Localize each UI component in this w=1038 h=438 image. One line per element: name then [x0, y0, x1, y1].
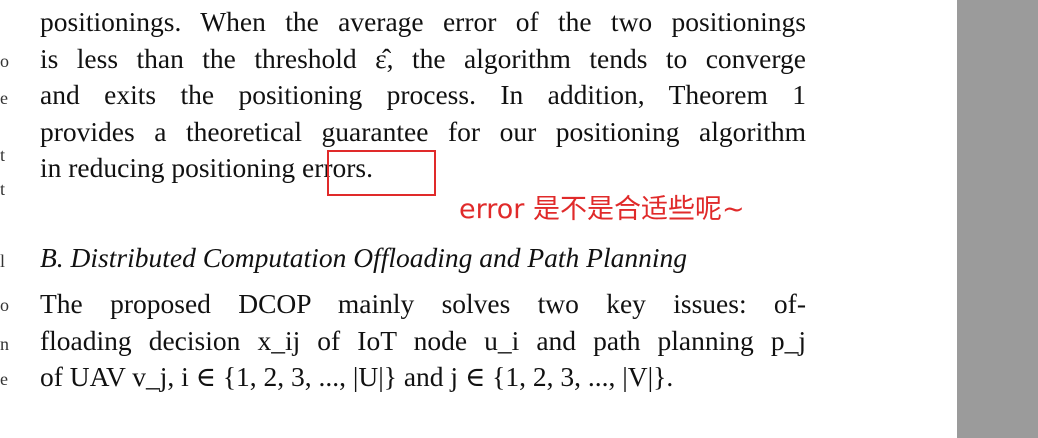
paragraph-line: The proposed DCOP mainly solves two key …: [40, 288, 806, 319]
edge-glyph: t: [0, 145, 6, 165]
paragraph-dcop: The proposed DCOP mainly solves two key …: [40, 286, 806, 396]
document-page: o e t t l o n e positionings. When the a…: [0, 0, 957, 438]
paragraph-line: provides a theoretical guarantee for our…: [40, 115, 806, 147]
paragraph-line: floading decision x_ij of IoT node u_i a…: [40, 324, 806, 356]
edge-glyph: o: [0, 51, 9, 71]
annotation-comment[interactable]: error 是不是合适些呢~: [459, 190, 745, 230]
paragraph-line: is less than the threshold ε̂, the algor…: [40, 42, 806, 74]
edge-glyph: e: [0, 88, 8, 108]
edge-glyph: o: [0, 295, 9, 315]
paragraph-line: and exits the positioning process. In ad…: [40, 79, 806, 110]
left-column-edge-fragments: o e t t l o n e: [0, 0, 10, 438]
edge-glyph: n: [0, 334, 9, 354]
edge-glyph: e: [0, 369, 8, 389]
annotation-highlight-box[interactable]: [327, 150, 436, 196]
edge-glyph: l: [0, 251, 6, 271]
edge-glyph: t: [0, 179, 6, 199]
paragraph-line: of UAV v_j, i ∈ {1, 2, 3, ..., |U|} and …: [40, 361, 674, 392]
paragraph-line: positionings. When the average error of …: [40, 6, 806, 37]
viewer-gutter: [957, 0, 1038, 438]
section-heading: B. Distributed Computation Offloading an…: [40, 242, 688, 273]
